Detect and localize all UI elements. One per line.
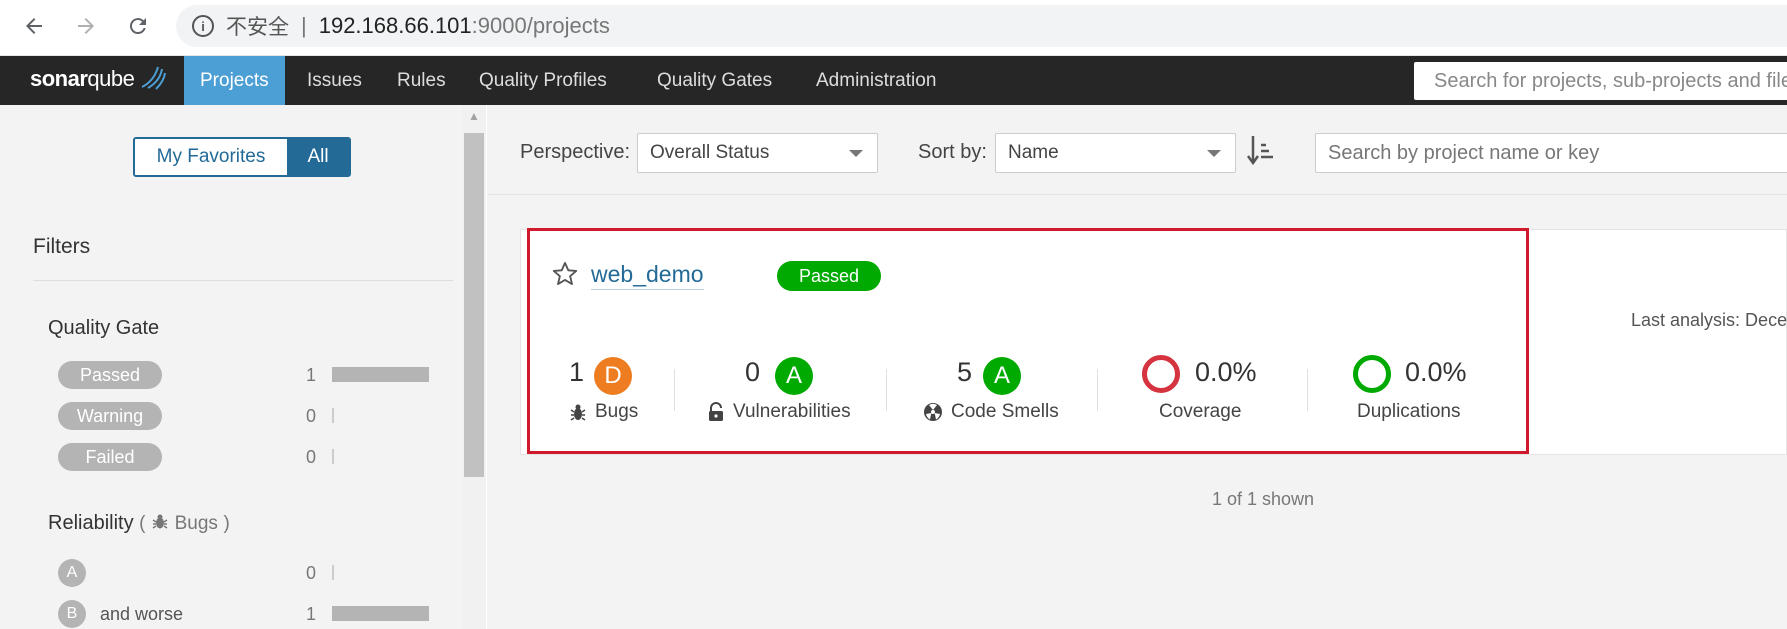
perspective-value: Overall Status (650, 142, 770, 163)
global-navigation: sonarqube Projects Issues Rules Quality … (0, 56, 1787, 105)
reliability-rating-a[interactable]: A (58, 559, 86, 587)
bugs-label: Bugs (569, 401, 638, 423)
metric-divider (1097, 369, 1098, 411)
coverage-label: Coverage (1159, 401, 1242, 422)
bugs-rating[interactable]: D (594, 357, 632, 395)
bug-icon (570, 404, 586, 421)
rating-b-and-worse: and worse (100, 604, 184, 624)
rating-a-bar (332, 565, 334, 580)
code-smells-label: Code Smells (923, 401, 1059, 423)
rating-b-bar (332, 606, 429, 621)
last-analysis-date: Last analysis: December (1631, 310, 1787, 330)
vulnerabilities-label: Vulnerabilities (707, 401, 851, 423)
coverage-ring-icon[interactable] (1142, 355, 1180, 393)
bug-icon (152, 514, 168, 529)
sort-direction-icon[interactable] (1247, 133, 1275, 167)
bugs-value[interactable]: 1 (569, 357, 584, 388)
nav-issues[interactable]: Issues (291, 56, 378, 105)
sort-by-label: Sort by: (918, 141, 987, 163)
divider (33, 280, 453, 281)
sonarqube-logo[interactable]: sonarqube (30, 66, 135, 92)
duplications-value[interactable]: 0.0% (1405, 357, 1467, 388)
reliability-paren-close: ) (223, 513, 230, 534)
back-icon[interactable] (18, 10, 50, 42)
url-path: :9000/projects (471, 13, 610, 38)
vulnerabilities-rating[interactable]: A (775, 357, 813, 395)
reliability-rating-b[interactable]: B (58, 600, 86, 628)
all-button[interactable]: All (287, 139, 349, 175)
sonarqube-waves-icon (141, 66, 166, 90)
duplications-ring-icon[interactable] (1353, 355, 1391, 393)
reliability-paren-open: ( (139, 513, 146, 534)
project-search-input[interactable]: Search by project name or key (1315, 133, 1787, 173)
reliability-title: Reliability (48, 512, 134, 534)
duplications-label: Duplications (1357, 401, 1461, 422)
sidebar-scrollbar[interactable]: ▲ (462, 105, 486, 629)
projects-toolbar: Perspective: Overall Status Sort by: Nam… (487, 105, 1787, 195)
filter-failed[interactable]: Failed (58, 443, 162, 471)
favorite-star-icon[interactable] (551, 260, 579, 288)
sort-value: Name (1008, 142, 1059, 163)
filter-passed[interactable]: Passed (58, 361, 162, 389)
nav-quality-profiles[interactable]: Quality Profiles (463, 56, 623, 105)
projects-main: Perspective: Overall Status Sort by: Nam… (487, 105, 1787, 629)
scroll-thumb[interactable] (464, 133, 484, 477)
bugs-label-text: Bugs (595, 401, 639, 422)
metric-divider (674, 369, 675, 411)
scroll-up-arrow-icon[interactable]: ▲ (462, 109, 486, 123)
warning-count: 0 (306, 406, 317, 426)
filters-sidebar: My Favorites All Filters Quality Gate Pa… (0, 105, 486, 629)
rating-a-count: 0 (306, 563, 317, 583)
quality-gate-status-badge: Passed (777, 261, 881, 291)
reload-icon[interactable] (122, 10, 154, 42)
address-bar[interactable]: i 不安全 | 192.168.66.101 :9000/projects (176, 5, 1787, 47)
forward-icon[interactable] (70, 10, 102, 42)
perspective-label: Perspective: (520, 141, 631, 163)
failed-count: 0 (306, 447, 317, 467)
code-smell-icon (924, 403, 942, 421)
code-smells-label-text: Code Smells (951, 401, 1059, 422)
chevron-down-icon (1207, 150, 1221, 157)
global-search-placeholder: Search for projects, sub-projects and fi… (1434, 69, 1787, 92)
filters-title: Filters (33, 235, 91, 258)
reliability-sub: Bugs (174, 513, 218, 534)
rating-b-count: 1 (306, 604, 317, 624)
metric-divider (1307, 369, 1308, 411)
browser-toolbar: i 不安全 | 192.168.66.101 :9000/projects (0, 0, 1787, 56)
filter-warning[interactable]: Warning (58, 402, 162, 430)
favorites-toggle: My Favorites All (133, 137, 351, 177)
nav-administration[interactable]: Administration (800, 56, 952, 105)
global-search-input[interactable]: Search for projects, sub-projects and fi… (1414, 62, 1787, 100)
reliability-facet-title[interactable]: Reliability ( Bugs ) (48, 512, 230, 535)
passed-bar (332, 367, 429, 382)
logo-text-light: qube (87, 66, 135, 91)
project-name-link[interactable]: web_demo (591, 261, 704, 290)
insecure-label: 不安全 (226, 16, 289, 39)
results-count: 1 of 1 shown (1212, 489, 1315, 509)
chevron-down-icon (849, 150, 863, 157)
info-icon[interactable]: i (192, 15, 214, 37)
failed-bar (332, 449, 334, 464)
coverage-value[interactable]: 0.0% (1195, 357, 1257, 388)
metric-divider (886, 369, 887, 411)
code-smells-value[interactable]: 5 (957, 357, 972, 388)
nav-rules[interactable]: Rules (381, 56, 462, 105)
my-favorites-button[interactable]: My Favorites (135, 139, 287, 175)
address-separator: | (301, 13, 307, 38)
logo-text-bold: sonar (30, 66, 88, 91)
warning-bar (332, 408, 334, 423)
quality-gate-facet-title[interactable]: Quality Gate (48, 317, 159, 340)
code-smells-rating[interactable]: A (983, 357, 1021, 395)
lock-icon (709, 402, 723, 421)
sort-select[interactable]: Name (995, 133, 1236, 173)
url-host: 192.168.66.101 (318, 13, 472, 38)
passed-count: 1 (306, 365, 317, 385)
perspective-select[interactable]: Overall Status (637, 133, 878, 173)
vulnerabilities-value[interactable]: 0 (745, 357, 760, 388)
vulnerabilities-label-text: Vulnerabilities (733, 401, 851, 422)
nav-quality-gates[interactable]: Quality Gates (641, 56, 788, 105)
nav-projects[interactable]: Projects (184, 56, 285, 105)
